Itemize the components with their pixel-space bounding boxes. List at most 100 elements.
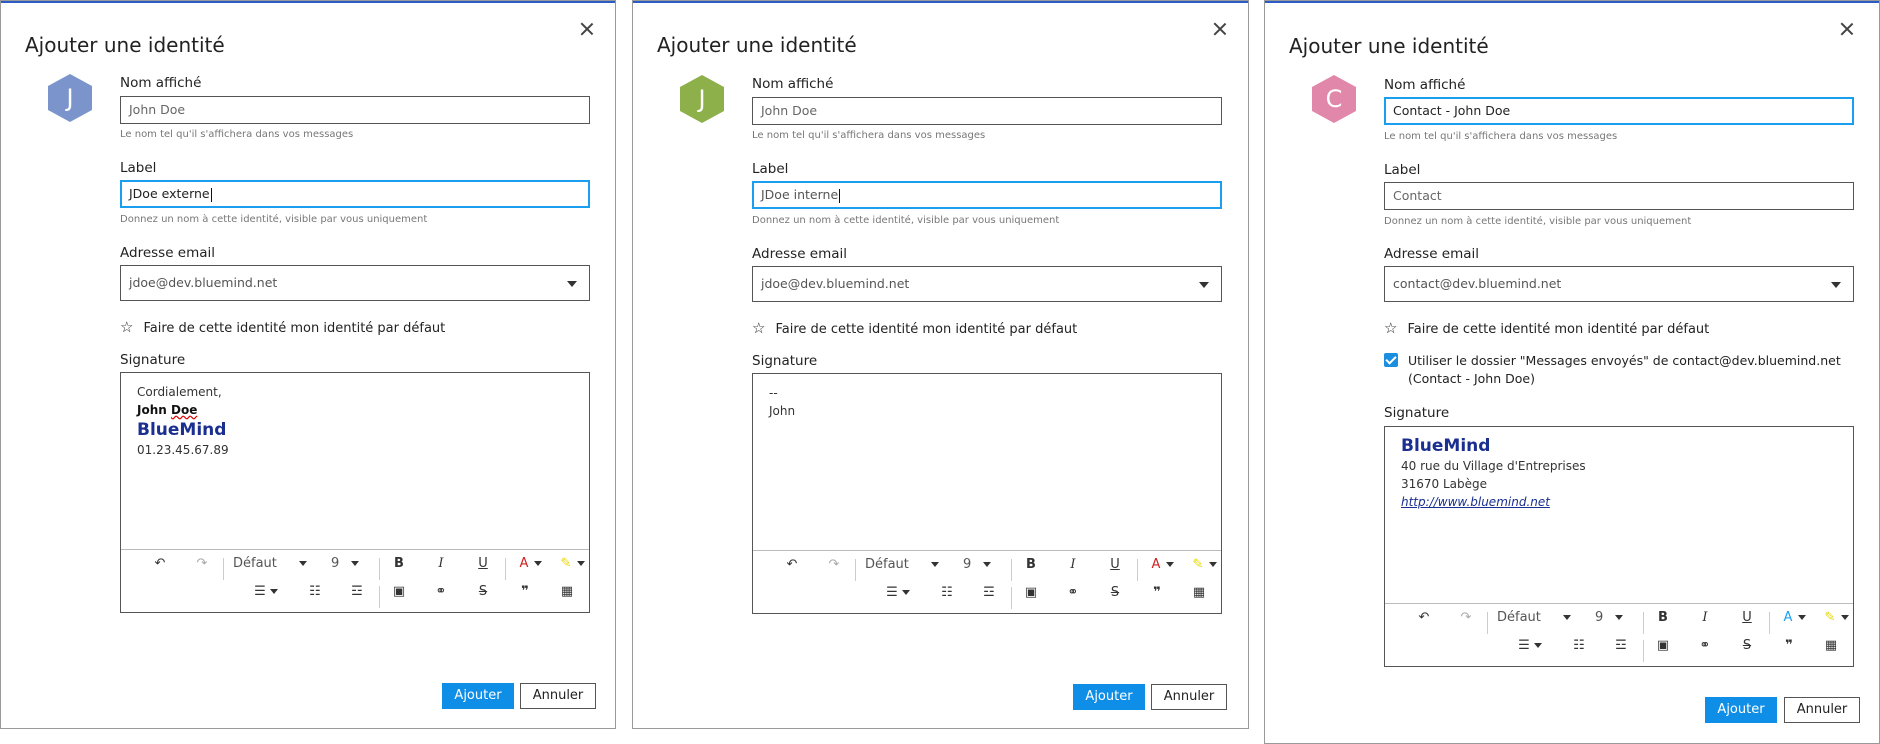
font-family-select[interactable]: Défaut bbox=[233, 554, 315, 574]
avatar-letter: J bbox=[698, 85, 706, 113]
label-hint: Donnez un nom à cette identité, visible … bbox=[752, 215, 1060, 226]
dialog-top-edge bbox=[1, 1, 615, 3]
star-icon: ☆ bbox=[1384, 319, 1398, 337]
italic-button[interactable]: I bbox=[431, 554, 451, 574]
link-icon[interactable]: ⚭ bbox=[1695, 636, 1715, 656]
redo-icon[interactable]: ↷ bbox=[825, 555, 843, 575]
text-color-button[interactable]: A bbox=[1777, 608, 1813, 628]
signature-editor[interactable]: Cordialement, John Doe BlueMind 01.23.45… bbox=[120, 372, 590, 613]
close-icon[interactable] bbox=[1212, 21, 1228, 37]
underline-button[interactable]: U bbox=[1105, 555, 1125, 575]
strikethrough-icon[interactable]: S bbox=[473, 582, 493, 602]
signature-url-link[interactable]: http://www.bluemind.net bbox=[1401, 493, 1837, 511]
table-icon[interactable]: ▦ bbox=[1189, 583, 1209, 603]
font-size-select[interactable]: 9 bbox=[963, 555, 999, 575]
italic-button[interactable]: I bbox=[1695, 608, 1715, 628]
quote-icon[interactable]: ❞ bbox=[1147, 583, 1167, 603]
signature-editor[interactable]: BlueMind 40 rue du Village d'Entreprises… bbox=[1384, 426, 1854, 667]
cancel-button[interactable]: Annuler bbox=[1151, 684, 1227, 710]
font-family-select[interactable]: Défaut bbox=[865, 555, 947, 575]
sent-folder-text: Utiliser le dossier "Messages envoyés" d… bbox=[1408, 353, 1841, 386]
bullet-list-icon[interactable]: ☷ bbox=[305, 582, 325, 602]
email-select[interactable]: contact@dev.bluemind.net bbox=[1384, 266, 1854, 302]
close-icon[interactable] bbox=[579, 21, 595, 37]
label-label: Label bbox=[1384, 162, 1421, 178]
table-icon[interactable]: ▦ bbox=[557, 582, 577, 602]
font-size-select[interactable]: 9 bbox=[1595, 608, 1631, 628]
link-icon[interactable]: ⚭ bbox=[1063, 583, 1083, 603]
email-select[interactable]: jdoe@dev.bluemind.net bbox=[752, 266, 1222, 302]
cancel-button[interactable]: Annuler bbox=[520, 683, 596, 709]
bold-button[interactable]: B bbox=[1021, 555, 1041, 575]
display-name-label: Nom affiché bbox=[1384, 77, 1466, 93]
undo-icon[interactable]: ↶ bbox=[783, 555, 801, 575]
align-button[interactable]: ☰ bbox=[1515, 636, 1545, 656]
signature-content[interactable]: BlueMind 40 rue du Village d'Entreprises… bbox=[1401, 435, 1837, 511]
link-icon[interactable]: ⚭ bbox=[431, 582, 451, 602]
align-button[interactable]: ☰ bbox=[883, 583, 913, 603]
font-family-value: Défaut bbox=[865, 557, 909, 572]
numbered-list-icon[interactable]: ☲ bbox=[347, 582, 367, 602]
bullet-list-icon[interactable]: ☷ bbox=[937, 583, 957, 603]
label-input[interactable]: JDoe interne bbox=[752, 181, 1222, 209]
display-name-input[interactable]: John Doe bbox=[752, 97, 1222, 125]
signature-editor[interactable]: -- John ↶ ↷ Défaut 9 B I U A ✎ ☰ ☷ ☲ ▣ ⚭… bbox=[752, 373, 1222, 614]
image-icon[interactable]: ▣ bbox=[1021, 583, 1041, 603]
cancel-button[interactable]: Annuler bbox=[1784, 697, 1860, 723]
undo-icon[interactable]: ↶ bbox=[1415, 608, 1433, 628]
image-icon[interactable]: ▣ bbox=[389, 582, 409, 602]
signature-content[interactable]: -- John bbox=[769, 384, 1205, 420]
quote-icon[interactable]: ❞ bbox=[1779, 636, 1799, 656]
redo-icon[interactable]: ↷ bbox=[1457, 608, 1475, 628]
display-name-hint: Le nom tel qu'il s'affichera dans vos me… bbox=[120, 129, 354, 140]
default-identity-toggle[interactable]: ☆ Faire de cette identité mon identité pa… bbox=[120, 318, 445, 336]
email-select[interactable]: jdoe@dev.bluemind.net bbox=[120, 265, 590, 301]
numbered-list-icon[interactable]: ☲ bbox=[1611, 636, 1631, 656]
display-name-input[interactable]: John Doe bbox=[120, 96, 590, 124]
underline-button[interactable]: U bbox=[1737, 608, 1757, 628]
numbered-list-icon[interactable]: ☲ bbox=[979, 583, 999, 603]
signature-line: -- bbox=[769, 386, 778, 400]
undo-icon[interactable]: ↶ bbox=[151, 554, 169, 574]
close-icon[interactable] bbox=[1839, 21, 1855, 37]
align-button[interactable]: ☰ bbox=[251, 582, 281, 602]
bold-button[interactable]: B bbox=[389, 554, 409, 574]
add-button[interactable]: Ajouter bbox=[442, 683, 514, 709]
bold-button[interactable]: B bbox=[1653, 608, 1673, 628]
signature-content[interactable]: Cordialement, John Doe BlueMind 01.23.45… bbox=[137, 383, 573, 459]
font-family-select[interactable]: Défaut bbox=[1497, 608, 1579, 628]
underline-button[interactable]: U bbox=[473, 554, 493, 574]
sent-folder-checkbox[interactable] bbox=[1384, 353, 1398, 367]
toolbar-separator bbox=[1011, 587, 1012, 609]
font-size-value: 9 bbox=[963, 557, 972, 572]
chevron-down-icon bbox=[577, 561, 586, 566]
highlight-button[interactable]: ✎ bbox=[1819, 608, 1855, 628]
highlight-button[interactable]: ✎ bbox=[1187, 555, 1223, 575]
signature-address-2: 31670 Labège bbox=[1401, 477, 1488, 491]
toolbar-row-2: ☰ ☷ ☲ ▣ ⚭ S ❞ ▦ bbox=[121, 582, 589, 610]
redo-icon[interactable]: ↷ bbox=[193, 554, 211, 574]
strikethrough-icon[interactable]: S bbox=[1105, 583, 1125, 603]
bullet-list-icon[interactable]: ☷ bbox=[1569, 636, 1589, 656]
default-identity-toggle[interactable]: ☆ Faire de cette identité mon identité pa… bbox=[1384, 319, 1709, 337]
editor-toolbar: ↶ ↷ Défaut 9 B I U A ✎ ☰ ☷ ☲ ▣ ⚭ S ❞ ▦ bbox=[121, 549, 589, 612]
display-name-hint: Le nom tel qu'il s'affichera dans vos me… bbox=[1384, 131, 1618, 142]
default-identity-toggle[interactable]: ☆ Faire de cette identité mon identité pa… bbox=[752, 319, 1077, 337]
chevron-down-icon bbox=[983, 562, 992, 567]
display-name-input[interactable]: Contact - John Doe bbox=[1384, 97, 1854, 125]
label-input[interactable]: JDoe externe bbox=[120, 180, 590, 208]
italic-button[interactable]: I bbox=[1063, 555, 1083, 575]
font-size-select[interactable]: 9 bbox=[331, 554, 367, 574]
dialog-title: Ajouter une identité bbox=[657, 33, 857, 57]
text-color-button[interactable]: A bbox=[1145, 555, 1181, 575]
add-button[interactable]: Ajouter bbox=[1073, 684, 1145, 710]
label-input[interactable]: Contact bbox=[1384, 182, 1854, 210]
display-name-hint: Le nom tel qu'il s'affichera dans vos me… bbox=[752, 130, 986, 141]
highlight-button[interactable]: ✎ bbox=[555, 554, 591, 574]
table-icon[interactable]: ▦ bbox=[1821, 636, 1841, 656]
image-icon[interactable]: ▣ bbox=[1653, 636, 1673, 656]
strikethrough-icon[interactable]: S bbox=[1737, 636, 1757, 656]
add-button[interactable]: Ajouter bbox=[1705, 697, 1777, 723]
text-color-button[interactable]: A bbox=[513, 554, 549, 574]
quote-icon[interactable]: ❞ bbox=[515, 582, 535, 602]
